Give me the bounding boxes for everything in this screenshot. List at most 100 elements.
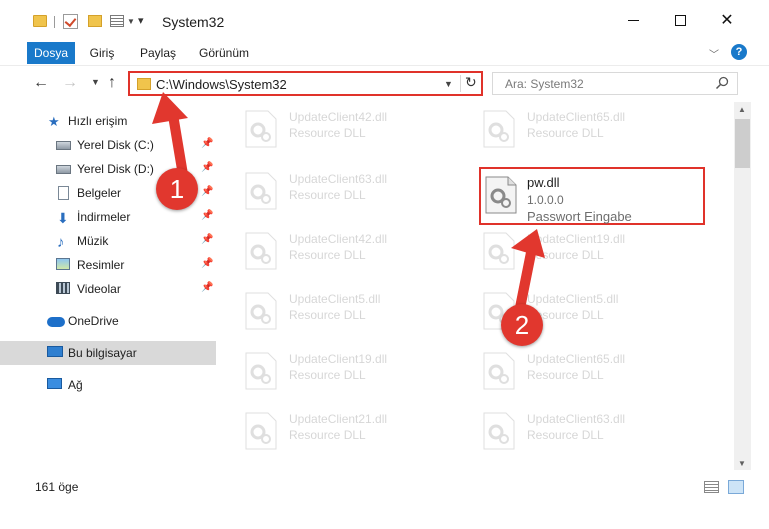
file-description: Resource DLL [289,188,366,202]
dll-file-icon [483,110,515,148]
sidebar-item-label: Bu bilgisayar [68,346,137,360]
file-name: UpdateClient65.dll [527,352,626,366]
item-count: 161 öge [35,480,79,494]
file-item[interactable]: UpdateClient63.dll Resource DLL [216,166,441,216]
sidebar-item-local-disk-c[interactable]: Yerel Disk (C:) 📌 [0,133,216,157]
chevron-down-icon[interactable]: ▼ [127,17,135,26]
search-input[interactable]: Ara: System32 [492,72,738,95]
customize-quick-access-icon[interactable]: ▾ [138,14,144,27]
file-description: Resource DLL [527,428,604,442]
sidebar-item-onedrive[interactable]: OneDrive [0,309,216,333]
file-item[interactable]: UpdateClient19.dll Resource DLL [216,346,441,396]
file-name: UpdateClient21.dll [289,412,388,426]
file-description: Resource DLL [527,248,604,262]
search-placeholder: Ara: System32 [505,77,584,91]
file-name: UpdateClient5.dll [527,292,619,306]
address-dropdown-icon[interactable]: ▼ [444,79,453,89]
file-item[interactable]: UpdateClient19.dll Resource DLL [454,226,679,276]
new-folder-icon[interactable] [88,15,102,27]
navigation-pane: ★ Hızlı erişim Yerel Disk (C:) 📌 Yerel D… [0,102,216,470]
sidebar-item-quick-access[interactable]: ★ Hızlı erişim [0,109,216,133]
help-icon[interactable]: ? [731,44,747,60]
recent-locations-icon[interactable]: ▼ [91,77,100,87]
onedrive-icon [47,317,65,327]
disk-icon [56,141,71,150]
minimize-button[interactable] [610,0,656,40]
file-item-pw-dll[interactable]: pw.dll 1.0.0.0 Passwort Eingabe [479,167,705,225]
sidebar-item-music[interactable]: ♪ Müzik 📌 [0,229,216,253]
address-path[interactable]: C:\Windows\System32 [156,77,287,92]
file-description: Resource DLL [527,126,604,140]
sidebar-item-this-pc[interactable]: Bu bilgisayar [0,341,216,365]
maximize-button[interactable] [657,0,703,40]
tab-share[interactable]: Paylaş [134,42,182,64]
file-item[interactable]: UpdateClient65.dll Resource DLL [454,104,679,154]
scrollbar-thumb[interactable] [735,119,750,168]
pin-icon[interactable]: 📌 [201,234,213,245]
scroll-up-icon[interactable]: ▲ [738,105,746,114]
sidebar-item-videos[interactable]: Videolar 📌 [0,277,216,301]
dll-file-icon [245,292,277,330]
sidebar-item-label: İndirmeler [77,210,131,224]
dll-file-icon [483,412,515,450]
pin-icon[interactable]: 📌 [201,162,213,173]
sidebar-item-label: OneDrive [68,314,119,328]
computer-icon [47,346,63,357]
pin-icon[interactable]: 📌 [201,210,213,221]
file-item[interactable]: UpdateClient65.dll Resource DLL [454,346,679,396]
address-bar[interactable]: C:\Windows\System32 ▼ ↻ [128,71,483,96]
ribbon-tabs: Dosya Giriş Paylaş Görünüm ﹀ ? [0,40,769,65]
tab-home[interactable]: Giriş [82,42,122,64]
file-description: Resource DLL [289,248,366,262]
window-title: System32 [162,14,225,30]
tab-file[interactable]: Dosya [27,42,75,64]
dll-file-icon [245,232,277,270]
file-description: Resource DLL [289,428,366,442]
details-view-icon[interactable] [704,481,719,493]
properties-check-icon[interactable] [63,14,78,29]
back-arrow-icon[interactable]: ← [33,74,49,92]
file-item[interactable]: UpdateClient5.dll Resource DLL [216,286,441,336]
scroll-down-icon[interactable]: ▼ [738,459,746,468]
view-list-icon[interactable] [110,15,124,27]
folder-icon [33,15,47,27]
file-name: UpdateClient19.dll [527,232,626,246]
expand-ribbon-icon[interactable]: ﹀ [709,46,719,61]
file-name: UpdateClient5.dll [289,292,381,306]
disk-icon [56,165,71,174]
step-1-callout: 1 [156,168,198,210]
quick-access-separator [54,16,55,28]
sidebar-item-label: Ağ [68,378,83,392]
vertical-scrollbar[interactable]: ▲ ▼ [734,102,751,470]
up-arrow-icon[interactable]: ↑ [108,74,116,92]
sidebar-item-pictures[interactable]: Resimler 📌 [0,253,216,277]
file-name: UpdateClient19.dll [289,352,388,366]
dll-file-icon [245,172,277,210]
tab-view[interactable]: Görünüm [192,42,256,64]
download-icon: ⬇ [57,210,69,226]
close-icon: ✕ [720,12,734,29]
dll-file-icon [483,232,515,270]
file-item[interactable]: UpdateClient63.dll Resource DLL [454,406,679,456]
refresh-icon[interactable]: ↻ [465,74,477,91]
close-button[interactable]: ✕ [704,0,750,40]
sidebar-item-label: Hızlı erişim [68,114,128,128]
file-item[interactable]: UpdateClient42.dll Resource DLL [216,226,441,276]
pin-icon[interactable]: 📌 [201,282,213,293]
large-icons-view-icon[interactable] [728,480,744,494]
sidebar-item-network[interactable]: Ağ [0,373,216,397]
file-item[interactable]: UpdateClient42.dll Resource DLL [216,104,441,154]
pin-icon[interactable]: 📌 [201,138,213,149]
sidebar-item-label: Müzik [77,234,109,248]
pin-icon[interactable]: 📌 [201,186,213,197]
file-item[interactable]: UpdateClient21.dll Resource DLL [216,406,441,456]
search-icon[interactable] [715,76,729,90]
forward-arrow-icon[interactable]: → [62,74,78,92]
file-description: Passwort Eingabe [527,209,632,224]
file-item[interactable]: UpdateClient5.dll Resource DLL [454,286,679,336]
file-version: 1.0.0.0 [527,193,564,207]
sidebar-item-label: Belgeler [77,186,122,200]
bottom-edge [0,500,769,529]
pin-icon[interactable]: 📌 [201,258,213,269]
navigation-bar: ← → ▼ ↑ C:\Windows\System32 ▼ ↻ Ara: Sys… [0,65,769,102]
